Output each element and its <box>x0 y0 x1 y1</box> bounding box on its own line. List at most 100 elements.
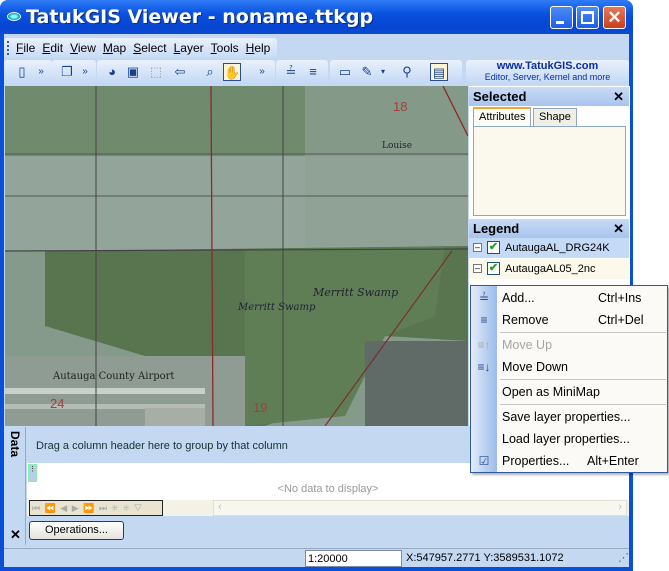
minimap-icon[interactable]: ▤ <box>430 63 448 81</box>
menu-item-shortcut: Ctrl+Ins <box>598 291 642 305</box>
legend-panel-title: Legend <box>473 221 520 236</box>
menu-item-label: Properties... <box>502 454 570 468</box>
menu-layer[interactable]: Layer <box>174 41 204 55</box>
menu-item-label: Move Up <box>502 338 553 352</box>
grid-navigator: ⏮ ⏪ ◀ ▶ ⏩ ⏭ ✳ ✳ ▽ ‹ › <box>27 500 629 516</box>
menu-item-label: Save layer properties... <box>502 410 631 424</box>
close-icon[interactable]: ✕ <box>613 219 624 238</box>
search-icon[interactable]: ⚲ <box>398 63 416 81</box>
menu-tools[interactable]: Tools <box>211 41 239 55</box>
legend-layer-item[interactable]: – ✔ AutaugaAL05_2nc <box>469 259 629 279</box>
toolbar-overflow-icon[interactable]: » <box>76 63 94 81</box>
new-icon[interactable]: ▯ <box>13 63 31 81</box>
properties-icon: ☑ <box>478 454 490 468</box>
data-panel-title: Data <box>8 431 22 458</box>
close-icon[interactable]: ✕ <box>613 87 624 106</box>
minimize-button[interactable] <box>550 6 573 29</box>
pan-hand-icon[interactable]: ✋ <box>223 63 241 81</box>
operations-button[interactable]: Operations... <box>29 521 124 540</box>
scale-field[interactable]: 1:20000 <box>305 550 402 567</box>
menu-item-label: Add... <box>502 291 535 305</box>
paste-icon[interactable]: ❐ <box>58 63 76 81</box>
map-label-swamp: Merritt Swamp <box>312 286 398 299</box>
select-icon[interactable]: ⬚ <box>147 63 165 81</box>
menu-item-remove[interactable]: ≡ Remove Ctrl+Del <box>471 309 667 331</box>
menu-item-move-up[interactable]: ≡↑ Move Up <box>471 334 667 356</box>
menu-map[interactable]: Map <box>103 41 126 55</box>
tab-attributes[interactable]: Attributes <box>473 107 532 127</box>
title-bar[interactable]: TatukGIS Viewer - noname.ttkgp ✕ <box>0 0 633 34</box>
menu-item-label: Remove <box>502 313 549 327</box>
scroll-left-icon[interactable]: ‹ <box>218 501 222 513</box>
data-panel-tab[interactable]: Data ✕ <box>5 427 26 545</box>
menu-item-load-properties[interactable]: Load layer properties... <box>471 428 667 450</box>
menu-view[interactable]: View <box>70 41 96 55</box>
map-label-section: 18 <box>393 99 407 114</box>
toolbar-layer: ≟ ≡ <box>276 60 328 84</box>
map-view[interactable]: Autauga County Airport Merritt Swamp Mer… <box>5 86 468 426</box>
previous-view-icon[interactable]: ⇦ <box>171 63 189 81</box>
menu-edit[interactable]: Edit <box>42 41 63 55</box>
menu-item-shortcut: Ctrl+Del <box>598 313 644 327</box>
coordinates-readout: X:547957.2771 Y:3589531.1072 <box>406 552 564 564</box>
toolbar-edit: ❐ » <box>52 60 96 84</box>
menu-item-properties[interactable]: ☑ Properties... Alt+Enter <box>471 450 667 472</box>
add-layer-icon: ≟ <box>478 291 490 305</box>
selected-panel-title: Selected <box>473 89 527 104</box>
brand-tagline: Editor, Server, Kernel and more <box>484 72 611 82</box>
record-navigation-buttons[interactable]: ⏮ ⏪ ◀ ▶ ⏩ ⏭ ✳ ✳ ▽ <box>29 500 163 516</box>
menu-select[interactable]: Select <box>133 41 166 55</box>
window-title: TatukGIS Viewer - noname.ttkgp <box>26 6 374 28</box>
menu-item-save-properties[interactable]: Save layer properties... <box>471 406 667 428</box>
layer-visibility-checkbox[interactable]: ✔ <box>487 262 500 275</box>
toolbar-overflow-icon[interactable]: » <box>32 63 50 81</box>
brand-banner[interactable]: www.TatukGIS.com Editor, Server, Kernel … <box>466 60 629 84</box>
menu-separator <box>500 404 666 405</box>
menu-file[interactable]: File <box>16 41 35 55</box>
menu-separator <box>500 379 666 380</box>
full-extent-icon[interactable]: ◕ <box>103 63 121 81</box>
collapse-icon[interactable]: – <box>473 264 482 273</box>
column-chooser-icon[interactable]: ⋮ <box>28 464 37 482</box>
collapse-icon[interactable]: – <box>473 243 482 252</box>
map-label-town: Louise <box>382 141 412 151</box>
menu-item-open-minimap[interactable]: Open as MiniMap <box>471 381 667 403</box>
resize-grip-icon[interactable]: ⋰ <box>616 550 629 567</box>
maximize-button[interactable] <box>576 6 599 29</box>
menu-grip[interactable] <box>7 41 9 55</box>
close-button[interactable]: ✕ <box>603 6 626 29</box>
tab-shape[interactable]: Shape <box>533 108 577 126</box>
remove-layer-icon[interactable]: ≡ <box>304 63 322 81</box>
layer-visibility-checkbox[interactable]: ✔ <box>487 241 500 254</box>
menu-item-move-down[interactable]: ≡↓ Move Down <box>471 356 667 378</box>
attributes-icon[interactable]: ▭ <box>336 63 354 81</box>
map-label-section: 24 <box>50 396 64 411</box>
empty-grid-text: <No data to display> <box>277 483 379 495</box>
zoom-extent-icon[interactable]: ▣ <box>124 63 142 81</box>
menu-separator <box>500 332 666 333</box>
legend-context-menu: ≟ Add... Ctrl+Ins ≡ Remove Ctrl+Del ≡↑ Move U… <box>470 285 668 473</box>
menu-item-label: Load layer properties... <box>502 432 630 446</box>
move-down-icon: ≡↓ <box>477 360 491 374</box>
menu-item-label: Move Down <box>502 360 568 374</box>
toolbar-map: ◕ ▣ ⬚ ⇦ ⌕ ✋ » <box>97 60 275 84</box>
attributes-content <box>473 126 626 216</box>
horizontal-scrollbar[interactable]: ‹ › <box>213 500 627 516</box>
dropdown-arrow-icon[interactable]: ▾ <box>374 63 392 81</box>
add-layer-icon[interactable]: ≟ <box>282 63 300 81</box>
map-imagery: Autauga County Airport Merritt Swamp Mer… <box>5 86 468 426</box>
toolbar-overflow-icon[interactable]: » <box>253 63 271 81</box>
app-icon <box>7 12 21 21</box>
menu-help[interactable]: Help <box>246 41 271 55</box>
close-icon[interactable]: ✕ <box>10 527 21 543</box>
zoom-icon[interactable]: ⌕ <box>201 63 219 81</box>
scroll-right-icon[interactable]: › <box>618 501 622 513</box>
map-label-airport: Autauga County Airport <box>52 371 174 382</box>
menu-bar: File Edit View Map Select Layer Tools He… <box>4 38 277 58</box>
brand-url[interactable]: www.TatukGIS.com <box>466 61 629 72</box>
legend-layer-item[interactable]: – ✔ AutaugaAL_DRG24K <box>469 238 629 258</box>
move-up-icon: ≡↑ <box>477 338 491 352</box>
menu-item-shortcut: Alt+Enter <box>587 454 639 468</box>
menu-item-add[interactable]: ≟ Add... Ctrl+Ins <box>471 287 667 309</box>
menu-item-label: Open as MiniMap <box>502 385 600 399</box>
